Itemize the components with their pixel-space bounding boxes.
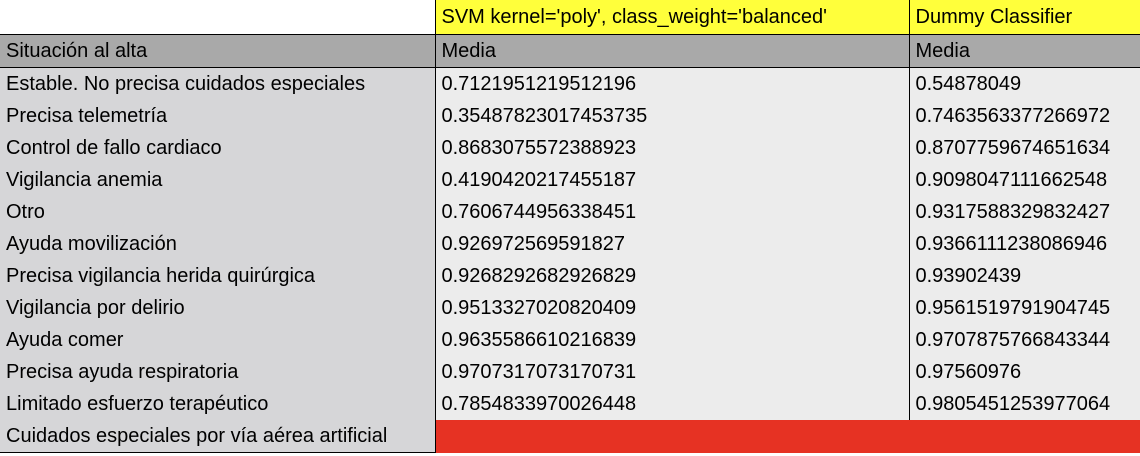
highlighted-dummy-cell[interactable] [909, 420, 1140, 453]
svm-value-cell[interactable]: 0.7854833970026448 [435, 388, 910, 420]
svm-header-cell[interactable]: SVM kernel='poly', class_weight='balance… [435, 0, 910, 35]
results-table: SVM kernel='poly', class_weight='balance… [0, 0, 1140, 453]
empty-header-cell[interactable] [0, 0, 436, 35]
row-label-cell[interactable]: Vigilancia anemia [0, 164, 436, 196]
row-label-cell[interactable]: Cuidados especiales por vía aérea artifi… [0, 420, 436, 453]
table-row: Vigilancia por delirio 0.9513327020820409… [0, 292, 1140, 324]
table-row: Ayuda movilización 0.926972569591827 0.936… [0, 228, 1140, 260]
table-row: Otro 0.7606744956338451 0.9317588329832427 [0, 196, 1140, 228]
table-row-highlighted: Cuidados especiales por vía aérea artifi… [0, 420, 1140, 453]
row-label-cell[interactable]: Precisa telemetría [0, 100, 436, 132]
svm-value-cell[interactable]: 0.9635586610216839 [435, 324, 910, 356]
dummy-value-cell[interactable]: 0.9317588329832427 [909, 196, 1140, 228]
dummy-metric-cell[interactable]: Media [909, 34, 1140, 68]
subheader-row: Situación al alta Media Media [0, 34, 1140, 68]
row-label-cell[interactable]: Control de fallo cardiaco [0, 132, 436, 164]
header-row: SVM kernel='poly', class_weight='balance… [0, 0, 1140, 35]
dummy-value-cell[interactable]: 0.9805451253977064 [909, 388, 1140, 420]
row-label-cell[interactable]: Estable. No precisa cuidados especiales [0, 67, 436, 100]
svm-value-cell[interactable]: 0.926972569591827 [435, 228, 910, 260]
dummy-header-cell[interactable]: Dummy Classifier [909, 0, 1140, 35]
dummy-value-cell[interactable]: 0.54878049 [909, 67, 1140, 100]
table-row: Precisa telemetría 0.35487823017453735 0.7… [0, 100, 1140, 132]
table-row: Limitado esfuerzo terapéutico 0.785483397… [0, 388, 1140, 420]
svm-value-cell[interactable]: 0.35487823017453735 [435, 100, 910, 132]
svm-metric-cell[interactable]: Media [435, 34, 910, 68]
table-row: Vigilancia anemia 0.4190420217455187 0.909… [0, 164, 1140, 196]
dummy-value-cell[interactable]: 0.9366111238086946 [909, 228, 1140, 260]
dummy-value-cell[interactable]: 0.9098047111662548 [909, 164, 1140, 196]
dummy-value-cell[interactable]: 0.93902439 [909, 260, 1140, 292]
svm-value-cell[interactable]: 0.7121951219512196 [435, 67, 910, 100]
dummy-value-cell[interactable]: 0.97560976 [909, 356, 1140, 388]
table-row: Precisa vigilancia herida quirúrgica 0.92… [0, 260, 1140, 292]
dummy-value-cell[interactable]: 0.7463563377266972 [909, 100, 1140, 132]
spreadsheet: SVM kernel='poly', class_weight='balance… [0, 0, 1140, 456]
row-label-cell[interactable]: Ayuda movilización [0, 228, 436, 260]
dummy-value-cell[interactable]: 0.8707759674651634 [909, 132, 1140, 164]
row-label-cell[interactable]: Limitado esfuerzo terapéutico [0, 388, 436, 420]
svm-value-cell[interactable]: 0.7606744956338451 [435, 196, 910, 228]
svm-value-cell[interactable]: 0.9707317073170731 [435, 356, 910, 388]
table-row: Estable. No precisa cuidados especiales 0… [0, 67, 1140, 100]
situation-header-cell[interactable]: Situación al alta [0, 34, 436, 68]
table-row: Ayuda comer 0.9635586610216839 0.970787576… [0, 324, 1140, 356]
svm-value-cell[interactable]: 0.4190420217455187 [435, 164, 910, 196]
row-label-cell[interactable]: Precisa ayuda respiratoria [0, 356, 436, 388]
svm-value-cell[interactable]: 0.9268292682926829 [435, 260, 910, 292]
row-label-cell[interactable]: Vigilancia por delirio [0, 292, 436, 324]
row-label-cell[interactable]: Otro [0, 196, 436, 228]
svm-value-cell[interactable]: 0.8683075572388923 [435, 132, 910, 164]
dummy-value-cell[interactable]: 0.9707875766843344 [909, 324, 1140, 356]
table-row: Control de fallo cardiaco 0.8683075572388… [0, 132, 1140, 164]
row-label-cell[interactable]: Ayuda comer [0, 324, 436, 356]
highlighted-svm-cell[interactable] [435, 420, 909, 453]
table-row: Precisa ayuda respiratoria 0.970731707317… [0, 356, 1140, 388]
svm-value-cell[interactable]: 0.9513327020820409 [435, 292, 910, 324]
dummy-value-cell[interactable]: 0.9561519791904745 [909, 292, 1140, 324]
row-label-cell[interactable]: Precisa vigilancia herida quirúrgica [0, 260, 436, 292]
